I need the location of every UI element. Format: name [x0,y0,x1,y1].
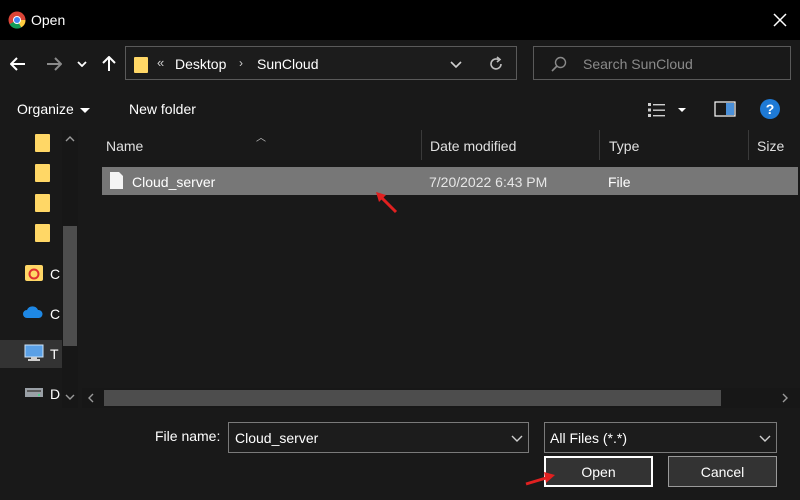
cancel-button[interactable]: Cancel [668,456,777,487]
search-box[interactable]: Search SunCloud [533,46,791,80]
breadcrumb-overflow[interactable]: « [157,55,164,70]
folder-icon[interactable] [35,194,50,212]
command-bar: Organize New folder ? [0,88,800,130]
sidebar-scroll-thumb[interactable] [63,226,77,346]
up-arrow-icon [102,56,116,71]
organize-button[interactable]: Organize [17,101,90,117]
forward-arrow-icon [47,57,62,71]
change-view-icon[interactable] [647,101,687,119]
folder-icon[interactable] [35,134,50,152]
folder-icon[interactable] [35,224,50,242]
file-name[interactable]: Cloud_server [132,174,215,190]
navigation-bar: « Desktop › SunCloud Search SunCloud [0,40,800,88]
file-name-value[interactable]: Cloud_server [235,430,318,446]
scroll-down-icon[interactable] [65,394,75,400]
breadcrumb-separator[interactable]: › [239,56,243,70]
new-folder-button[interactable]: New folder [129,101,196,117]
back-arrow-icon [10,57,25,71]
chrome-icon [8,11,26,29]
breadcrumb-desktop[interactable]: Desktop [175,56,226,72]
column-divider[interactable] [599,130,600,160]
caret-down-icon [79,107,90,113]
folder-icon [134,57,148,73]
back-button[interactable] [6,52,30,76]
sidebar-item-label: T [50,346,59,362]
recent-locations-button[interactable] [72,52,92,76]
onedrive-icon[interactable] [22,305,44,319]
breadcrumb-suncloud[interactable]: SunCloud [257,56,319,72]
window-title: Open [31,12,66,28]
column-header-name[interactable]: Name [106,138,143,154]
refresh-icon[interactable] [486,54,506,74]
file-type: File [608,174,631,190]
column-header-size[interactable]: Size [757,138,784,154]
file-type-select[interactable]: All Files (*.*) [544,422,777,453]
horizontal-scrollbar[interactable] [82,388,800,408]
sort-ascending-icon: ︿ [256,133,266,144]
up-button[interactable] [97,52,121,76]
search-icon [551,56,567,72]
preview-pane-icon[interactable] [714,101,736,117]
column-header-type[interactable]: Type [609,138,639,154]
forward-button[interactable] [42,52,66,76]
title-bar: Open [0,0,800,40]
annotation-arrow [376,192,398,214]
address-bar[interactable]: « Desktop › SunCloud [125,46,517,80]
column-divider[interactable] [421,130,422,160]
file-type-value[interactable]: All Files (*.*) [550,430,627,446]
search-placeholder: Search SunCloud [583,56,693,72]
file-icon [110,172,123,189]
sidebar-item-label[interactable]: D [50,386,60,402]
sidebar-item-label[interactable]: C [50,266,60,282]
close-icon [773,13,787,27]
organize-label: Organize [17,101,74,117]
annotation-arrow [525,472,555,486]
horizontal-scroll-thumb[interactable] [104,390,721,406]
close-button[interactable] [762,2,798,38]
scroll-right-icon[interactable] [782,393,788,403]
footer-panel: File name: Cloud_server All Files (*.*) … [0,408,800,500]
file-date: 7/20/2022 6:43 PM [429,174,548,190]
help-icon[interactable]: ? [760,99,780,119]
file-name-input[interactable]: Cloud_server [228,422,529,453]
chevron-down-icon [77,61,87,67]
chevron-down-icon[interactable] [511,435,523,443]
this-pc-icon [24,344,44,361]
scroll-up-icon[interactable] [65,136,75,142]
navigation-pane[interactable]: C C T D [0,130,80,408]
address-dropdown-icon[interactable] [446,56,466,72]
creative-cloud-icon[interactable] [24,264,44,282]
column-divider[interactable] [748,130,749,160]
file-name-label: File name: [155,428,221,444]
drive-icon[interactable] [24,384,44,400]
chevron-down-icon[interactable] [759,435,771,443]
file-list[interactable]: ︿ Name Date modified Type Size Cloud_ser… [80,130,800,408]
open-button[interactable]: Open [544,456,653,487]
sidebar-item-label[interactable]: C [50,306,60,322]
column-header-date[interactable]: Date modified [430,138,516,154]
folder-icon[interactable] [35,164,50,182]
scroll-left-icon[interactable] [88,393,94,403]
